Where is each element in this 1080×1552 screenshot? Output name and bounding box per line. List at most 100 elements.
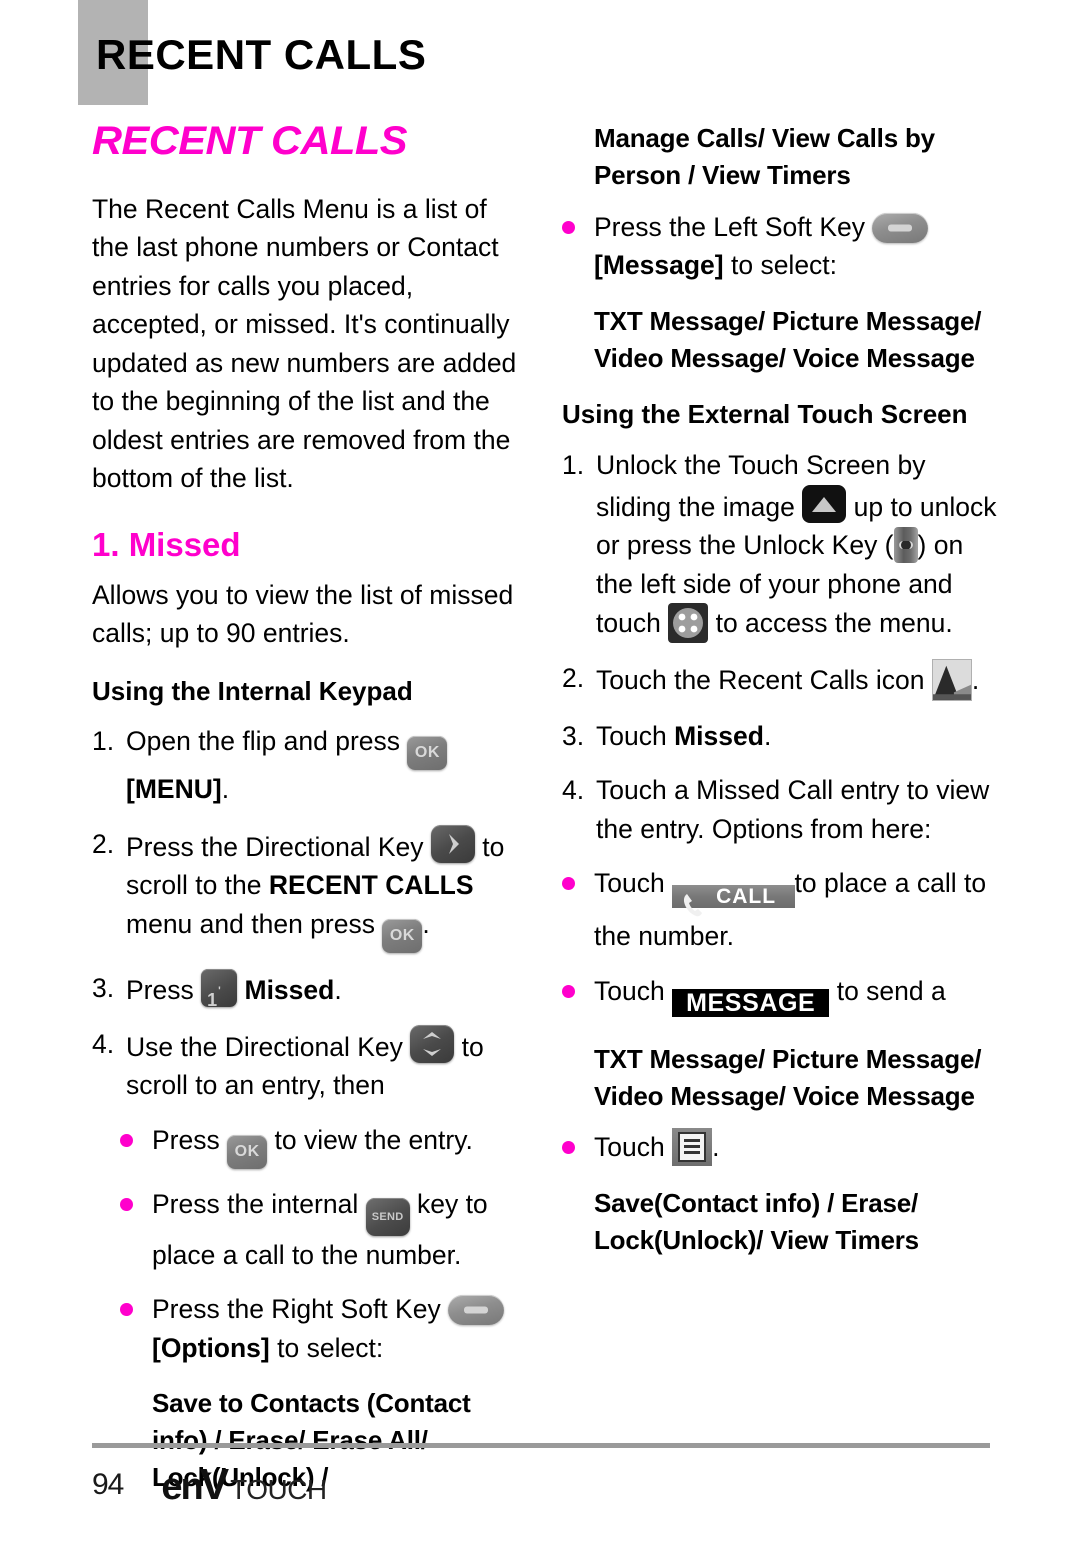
slide-up-unlock-icon[interactable] xyxy=(802,484,847,523)
bullet-dot-icon xyxy=(562,208,594,234)
intro-paragraph: The Recent Calls Menu is a list of the l… xyxy=(92,194,517,493)
step-content: Touch the Recent Calls icon . xyxy=(596,658,1002,701)
step-text-tail: . xyxy=(422,908,430,939)
soft-key-icon[interactable] xyxy=(448,1295,505,1326)
bullet-text: Touch xyxy=(594,975,665,1006)
step-item: 2. Touch the Recent Calls icon . xyxy=(562,658,1002,701)
bullet-item: Touch CALL to place a call to the number… xyxy=(562,864,1002,955)
step-text: Touch xyxy=(596,720,667,751)
step-marker: 1. xyxy=(92,726,115,757)
recent-calls-icon[interactable] xyxy=(931,658,972,701)
step-item: 3. Touch Missed. xyxy=(562,717,1002,755)
step-marker: 3. xyxy=(562,720,585,751)
step-bold-menu: RECENT CALLS xyxy=(268,870,474,901)
bullet-text: Press the internal xyxy=(152,1188,359,1219)
message-types-list: TXT Message/ Picture Message/ Video Mess… xyxy=(594,305,982,373)
bullet-content: Touch MESSAGE to send a xyxy=(594,972,1002,1023)
bullet-content: Press the Left Soft Key [Message] to sel… xyxy=(594,208,1002,285)
directional-right-key-icon[interactable] xyxy=(430,824,475,863)
send-key-icon[interactable]: SEND xyxy=(365,1197,410,1236)
step-marker: 4. xyxy=(92,1029,115,1059)
bullet-dot-icon xyxy=(562,864,594,891)
step-marker: 4. xyxy=(562,775,585,806)
step-text: Use the Directional Key xyxy=(126,1032,403,1062)
bullet-text-tail: to select: xyxy=(277,1332,384,1363)
step-content: Touch Missed. xyxy=(596,717,1002,755)
bullet-dot-icon xyxy=(562,972,594,998)
soft-key-icon[interactable] xyxy=(872,212,929,243)
step-content: Open the flip and press OK [MENU]. xyxy=(126,722,530,808)
message-button[interactable]: MESSAGE xyxy=(672,988,830,1017)
step-text-tail: . xyxy=(971,664,980,695)
bullet-bold-options: [Options] xyxy=(152,1332,270,1363)
logo-v-text: V xyxy=(199,1460,230,1509)
bullet-item: Touch . xyxy=(562,1128,1002,1167)
running-header-title: RECENT CALLS xyxy=(96,31,427,78)
env-touch-logo: en V TOUCH xyxy=(161,1460,327,1510)
step-marker: 1. xyxy=(562,450,585,481)
ok-key-icon[interactable]: OK xyxy=(382,918,423,953)
unlock-key-icon[interactable] xyxy=(893,527,918,564)
step-text-4: to access the menu. xyxy=(715,607,953,638)
bullet-text: Press xyxy=(152,1124,220,1155)
bullet-text: Touch xyxy=(594,1132,665,1163)
step-text-tail: . xyxy=(334,974,342,1005)
step-item: 3. Press 1' Missed. xyxy=(92,968,530,1010)
step-content: Use the Directional Key to scroll to an … xyxy=(126,1025,530,1105)
bullet-item: Press the Right Soft Key [Options] to se… xyxy=(92,1290,530,1367)
bullet-dot-icon xyxy=(120,1185,152,1211)
bullet-content: Press OK to view the entry. xyxy=(152,1121,530,1169)
step-content: Unlock the Touch Screen by sliding the i… xyxy=(596,446,1002,643)
footer-divider xyxy=(92,1443,990,1448)
subhead-external-touch-screen: Using the External Touch Screen xyxy=(562,399,968,430)
logo-touch-text: TOUCH xyxy=(230,1474,327,1505)
step-text-tail: . xyxy=(763,720,772,751)
bullet-dot-icon xyxy=(120,1121,152,1147)
section-body-missed: Allows you to view the list of missed ca… xyxy=(92,579,514,649)
bullet-text: Touch xyxy=(594,868,665,899)
ok-key-icon[interactable]: OK xyxy=(227,1134,268,1169)
bullet-item: Press the Left Soft Key [Message] to sel… xyxy=(562,208,1002,285)
bullet-text-tail: to send a xyxy=(836,975,946,1006)
call-button-label: CALL xyxy=(716,885,776,909)
bullet-text-tail: to view the entry. xyxy=(274,1124,473,1155)
list-options-icon[interactable] xyxy=(672,1128,713,1167)
step-bold-missed: Missed xyxy=(244,974,335,1005)
step-text-tail: . xyxy=(221,774,230,805)
step-text-mid2: menu and then press xyxy=(126,908,375,939)
options-list-continued: Manage Calls/ View Calls by Person / Vie… xyxy=(594,123,935,190)
bullet-text: Press the Left Soft Key xyxy=(594,211,866,242)
menu-grid-icon[interactable] xyxy=(668,602,709,643)
call-button[interactable]: CALL xyxy=(672,885,795,917)
left-column: RECENT CALLS The Recent Calls Menu is a … xyxy=(92,120,530,1510)
page-number: 94 xyxy=(92,1468,124,1501)
step-bold-text: [MENU] xyxy=(126,774,222,805)
ok-key-icon[interactable]: OK xyxy=(407,736,448,771)
bullet-content: Press the internal SEND key to place a c… xyxy=(152,1185,530,1274)
step-text: Touch the Recent Calls icon xyxy=(596,664,925,695)
step-item: 1. Open the flip and press OK [MENU]. xyxy=(92,722,530,808)
step-marker: 2. xyxy=(92,828,115,859)
step-content: Press the Directional Key to scroll to t… xyxy=(126,824,530,953)
options-list-right: Save(Contact info) / Erase/ Lock(Unlock)… xyxy=(594,1187,919,1255)
bullet-content: Press the Right Soft Key [Options] to se… xyxy=(152,1290,530,1367)
bullet-item: Press the internal SEND key to place a c… xyxy=(92,1185,530,1274)
bullet-content: Touch CALL to place a call to the number… xyxy=(594,864,1002,955)
directional-updown-key-icon[interactable] xyxy=(410,1025,455,1063)
bullet-dot-icon xyxy=(562,1128,594,1155)
bullet-content: Touch . xyxy=(594,1128,1002,1167)
step-content: Press 1' Missed. xyxy=(126,968,530,1010)
step-item: 1. Unlock the Touch Screen by sliding th… xyxy=(562,446,1002,643)
bullet-item: Press OK to view the entry. xyxy=(92,1121,530,1169)
bullet-text: Press the Right Soft Key xyxy=(152,1294,441,1325)
step-marker: 2. xyxy=(562,662,585,693)
step-content: Touch a Missed Call entry to view the en… xyxy=(596,775,990,844)
footer: 94 en V TOUCH xyxy=(92,1460,327,1510)
bullet-text-tail: to select: xyxy=(730,250,838,281)
step-bold-missed: Missed xyxy=(674,720,764,751)
step-text: Open the flip and press xyxy=(126,726,401,757)
logo-en-text: en xyxy=(161,1466,203,1508)
number-one-key-icon[interactable]: 1' xyxy=(201,968,238,1010)
step-text: Press the Directional Key xyxy=(126,831,424,862)
step-item: 4. Touch a Missed Call entry to view the… xyxy=(562,771,1002,848)
